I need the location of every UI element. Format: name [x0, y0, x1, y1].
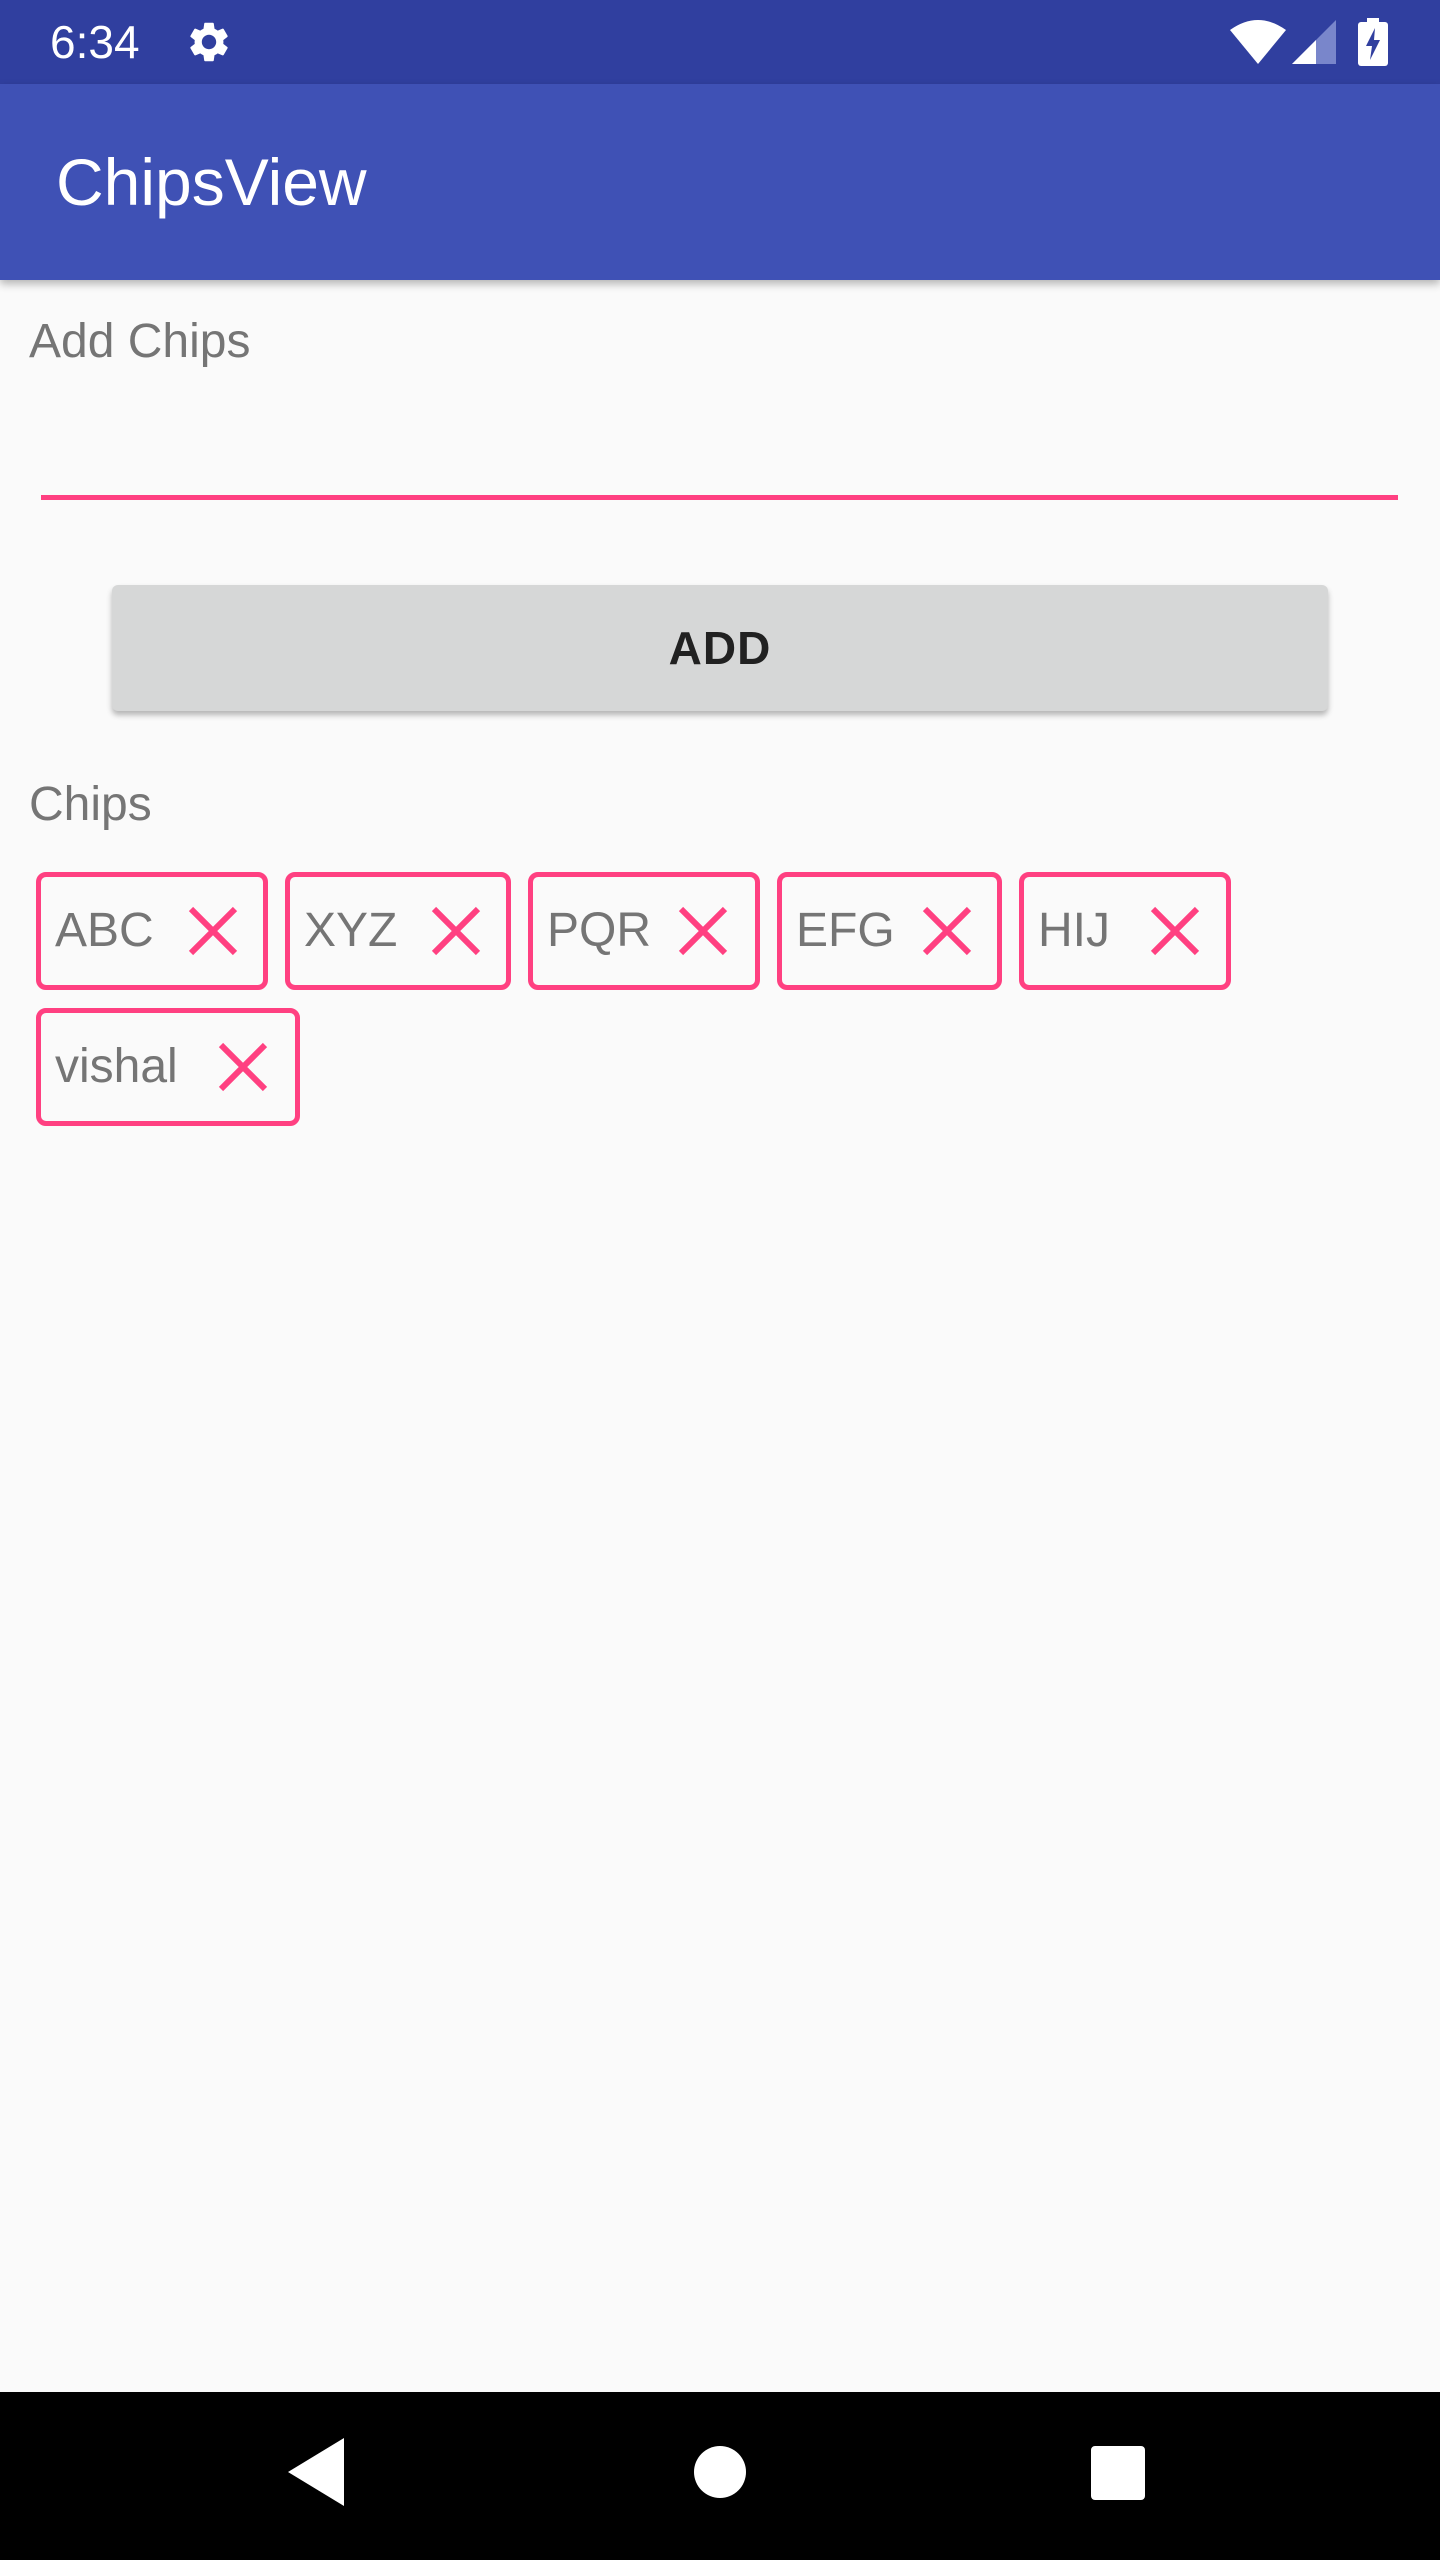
chip-text-input[interactable]	[41, 400, 1398, 500]
close-icon[interactable]	[675, 903, 731, 959]
chip-efg[interactable]: EFG	[777, 872, 1002, 990]
chip-label: ABC	[55, 904, 154, 957]
chip-label: vishal	[55, 1040, 178, 1093]
app-bar: ChipsView	[0, 84, 1440, 280]
chips-label: Chips	[29, 778, 152, 831]
chip-label: EFG	[796, 904, 895, 957]
close-icon[interactable]	[919, 903, 975, 959]
chip-label: HIJ	[1038, 904, 1110, 957]
status-bar: 6:34	[0, 0, 1440, 84]
close-icon[interactable]	[215, 1039, 271, 1095]
back-icon[interactable]	[288, 2438, 344, 2506]
cell-signal-icon	[1292, 20, 1336, 64]
close-icon[interactable]	[428, 903, 484, 959]
close-icon[interactable]	[185, 903, 241, 959]
close-icon[interactable]	[1147, 903, 1203, 959]
chip-pqr[interactable]: PQR	[528, 872, 760, 990]
status-time: 6:34	[50, 16, 140, 68]
navigation-bar	[0, 2392, 1440, 2560]
recents-icon[interactable]	[1091, 2446, 1145, 2500]
chip-xyz[interactable]: XYZ	[285, 872, 511, 990]
chip-vishal[interactable]: vishal	[36, 1008, 300, 1126]
chip-abc[interactable]: ABC	[36, 872, 268, 990]
chip-label: XYZ	[304, 904, 398, 957]
home-icon[interactable]	[694, 2446, 746, 2498]
chip-hij[interactable]: HIJ	[1019, 872, 1231, 990]
chip-label: PQR	[547, 904, 652, 957]
add-chips-label: Add Chips	[29, 315, 251, 368]
app-title: ChipsView	[56, 145, 367, 219]
wifi-icon	[1230, 20, 1286, 64]
battery-charging-icon	[1358, 18, 1388, 66]
gear-icon	[190, 22, 228, 62]
add-button[interactable]: ADD	[112, 585, 1328, 711]
